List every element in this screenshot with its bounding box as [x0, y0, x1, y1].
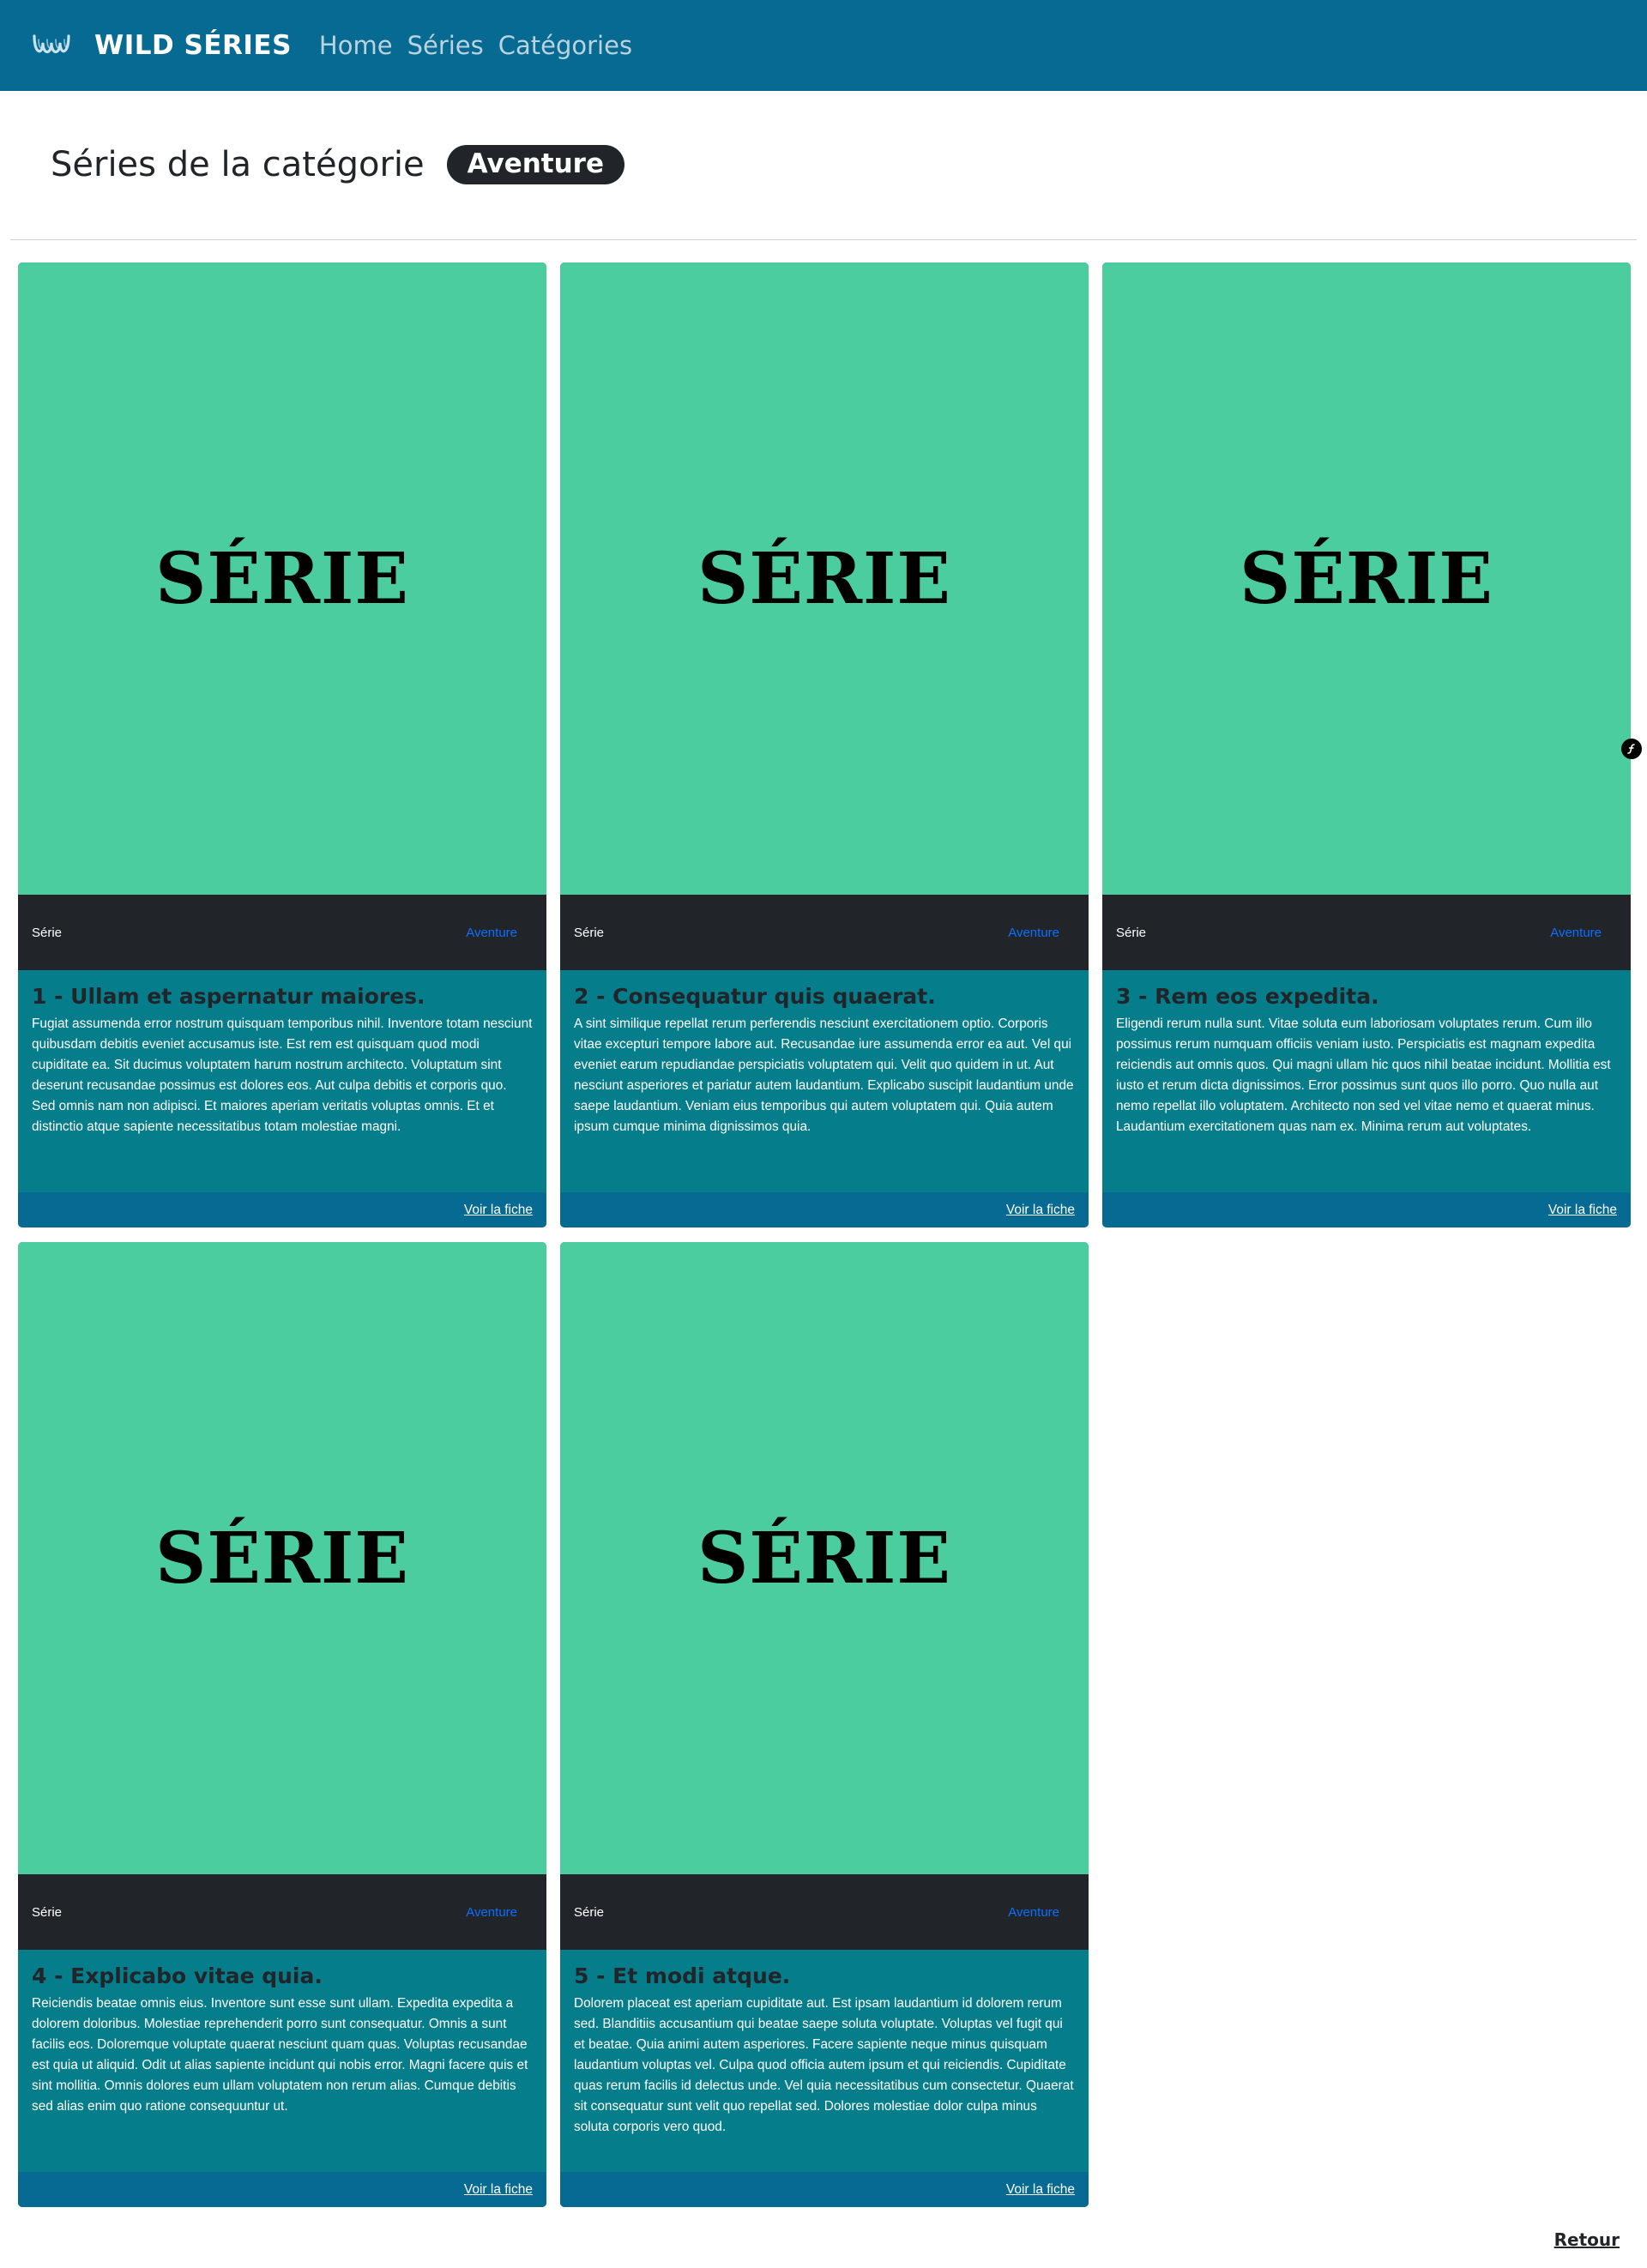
nav-link-categories[interactable]: Catégories	[498, 31, 632, 60]
symfony-toolbar-icon[interactable]	[1621, 739, 1642, 759]
navbar: WILD SÉRIES Home Séries Catégories	[0, 0, 1647, 91]
series-title: 2 - Consequatur quis quaerat.	[574, 984, 936, 1009]
view-details-link[interactable]: Voir la fiche	[1006, 2182, 1075, 2198]
thumbnail-text: SÉRIE	[155, 1517, 409, 1600]
card-footer: Voir la fiche	[18, 2172, 546, 2207]
card-body: 3 - Rem eos expedita. Eligendi rerum nul…	[1102, 970, 1631, 1189]
card-meta-bar: Série Aventure	[560, 1874, 1089, 1950]
back-link[interactable]: Retour	[1554, 2229, 1620, 2250]
card-footer: Voir la fiche	[560, 2172, 1089, 2207]
series-synopsis: Eligendi rerum nulla sunt. Vitae soluta …	[1116, 1016, 1611, 1134]
series-title: 1 - Ullam et aspernatur maiores.	[32, 984, 425, 1009]
card-footer: Voir la fiche	[1102, 1192, 1631, 1227]
card-meta-bar: Série Aventure	[18, 895, 546, 970]
series-card: SÉRIE Série Aventure 2 - Consequatur qui…	[560, 262, 1089, 1227]
series-category-link[interactable]: Aventure	[1550, 926, 1602, 940]
thumbnail-text: SÉRIE	[697, 537, 951, 620]
series-card: SÉRIE Série Aventure 3 - Rem eos expedit…	[1102, 262, 1631, 1227]
series-type: Série	[32, 1904, 63, 1920]
series-synopsis: Reiciendis beatae omnis eius. Inventore …	[32, 1996, 528, 2114]
series-synopsis: Dolorem placeat est aperiam cupiditate a…	[574, 1996, 1074, 2134]
series-category-link[interactable]: Aventure	[1008, 1905, 1059, 1920]
series-card: SÉRIE Série Aventure 5 - Et modi atque. …	[560, 1242, 1089, 2207]
card-footer: Voir la fiche	[560, 1192, 1089, 1227]
series-category-link[interactable]: Aventure	[466, 1905, 517, 1920]
card-body: 2 - Consequatur quis quaerat. A sint sim…	[560, 970, 1089, 1189]
thumbnail-text: SÉRIE	[697, 1517, 951, 1600]
page-header: Séries de la catégorie Aventure	[51, 137, 624, 192]
divider	[10, 239, 1637, 240]
series-synopsis: A sint similique repellat rerum perferen…	[574, 1016, 1074, 1134]
series-category-link[interactable]: Aventure	[466, 926, 517, 940]
series-type: Série	[574, 1904, 605, 1920]
series-thumbnail: SÉRIE	[1102, 262, 1631, 895]
series-title: 5 - Et modi atque.	[574, 1963, 791, 1988]
series-title: 3 - Rem eos expedita.	[1116, 984, 1379, 1009]
card-body: 5 - Et modi atque. Dolorem placeat est a…	[560, 1950, 1089, 2168]
series-title: 4 - Explicabo vitae quia.	[32, 1963, 323, 1988]
series-type: Série	[574, 925, 605, 940]
view-details-link[interactable]: Voir la fiche	[464, 2182, 533, 2198]
series-synopsis: Fugiat assumenda error nostrum quisquam …	[32, 1016, 533, 1134]
nav-link-series[interactable]: Séries	[407, 31, 484, 60]
thumbnail-text: SÉRIE	[1240, 537, 1493, 620]
series-card: SÉRIE Série Aventure 1 - Ullam et aspern…	[18, 262, 546, 1227]
page-title: Séries de la catégorie	[51, 145, 425, 184]
series-category-link[interactable]: Aventure	[1008, 926, 1059, 940]
series-thumbnail: SÉRIE	[18, 1242, 546, 1874]
series-type: Série	[32, 925, 63, 940]
card-body: 4 - Explicabo vitae quia. Reiciendis bea…	[18, 1950, 546, 2168]
series-thumbnail: SÉRIE	[560, 262, 1089, 895]
card-meta-bar: Série Aventure	[1102, 895, 1631, 970]
card-meta-bar: Série Aventure	[560, 895, 1089, 970]
series-thumbnail: SÉRIE	[18, 262, 546, 895]
thumbnail-text: SÉRIE	[155, 537, 409, 620]
card-footer: Voir la fiche	[18, 1192, 546, 1227]
series-thumbnail: SÉRIE	[560, 1242, 1089, 1874]
view-details-link[interactable]: Voir la fiche	[1006, 1203, 1075, 1218]
series-type: Série	[1116, 925, 1147, 940]
nav-link-home[interactable]: Home	[319, 31, 393, 60]
series-card: SÉRIE Série Aventure 4 - Explicabo vitae…	[18, 1242, 546, 2207]
view-details-link[interactable]: Voir la fiche	[1548, 1203, 1617, 1218]
card-meta-bar: Série Aventure	[18, 1874, 546, 1950]
wild-logo-icon[interactable]	[31, 31, 72, 60]
category-badge: Aventure	[446, 145, 624, 184]
view-details-link[interactable]: Voir la fiche	[464, 1203, 533, 1218]
card-body: 1 - Ullam et aspernatur maiores. Fugiat …	[18, 970, 546, 1189]
brand-name[interactable]: WILD SÉRIES	[94, 30, 292, 61]
